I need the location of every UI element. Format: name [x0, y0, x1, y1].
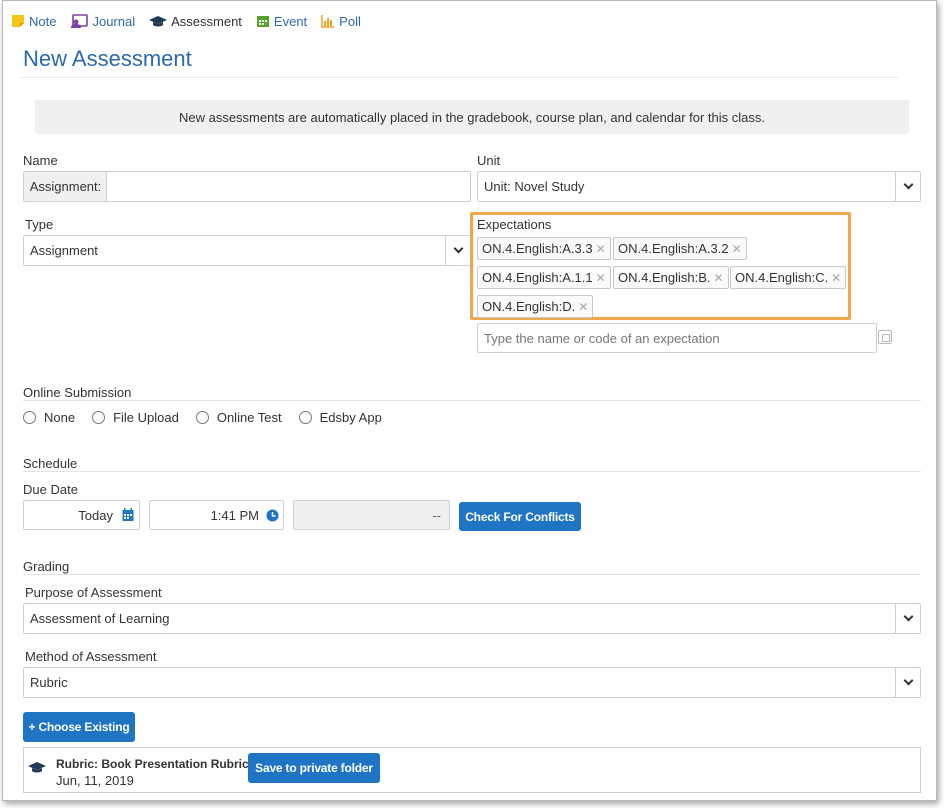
due-time-value: 1:41 PM	[210, 507, 259, 523]
unit-select-value: Unit: Novel Study	[484, 179, 585, 194]
schedule-label: Schedule	[23, 456, 78, 471]
graduation-cap-icon	[28, 760, 46, 777]
toolbar-note-label: Note	[29, 13, 57, 29]
section-divider	[23, 574, 921, 575]
expectation-tag[interactable]: ON.4.English:C. ✕	[730, 266, 847, 289]
expectation-search-placeholder: Type the name or code of an expectation	[484, 330, 720, 346]
method-select-value: Rubric	[30, 675, 68, 690]
remove-tag-icon[interactable]: ✕	[596, 271, 606, 285]
remove-tag-icon[interactable]: ✕	[596, 242, 606, 256]
radio-button[interactable]	[195, 411, 209, 424]
toolbar-assessment[interactable]: Assessment	[149, 14, 242, 29]
expectation-search-input[interactable]: Type the name or code of an expectation	[477, 323, 877, 353]
calendar-icon[interactable]	[122, 508, 134, 525]
radio-label: File Upload	[113, 410, 179, 425]
toolbar-journal[interactable]: Journal	[70, 14, 135, 29]
remove-tag-icon[interactable]: ✕	[578, 300, 588, 314]
purpose-label: Purpose of Assessment	[25, 585, 162, 600]
type-select-value: Assignment	[30, 243, 98, 258]
expectation-tag-label: ON.4.English:A.3.3	[482, 241, 593, 256]
purpose-select[interactable]: Assessment of Learning	[23, 603, 921, 634]
expectation-tag[interactable]: ON.4.English:A.1.1 ✕	[477, 266, 611, 289]
radio-edsby-app[interactable]: Edsby App	[298, 410, 382, 425]
post-type-toolbar: Note Journal Assessment Event Poll	[11, 11, 375, 31]
toolbar-journal-label: Journal	[92, 13, 136, 29]
due-date-input[interactable]: Today	[23, 500, 140, 530]
submission-radio-group: None File Upload Online Test Edsby App	[23, 410, 399, 425]
external-link-icon[interactable]	[878, 330, 892, 344]
expectation-tag-label: ON.4.English:A.1.1	[482, 270, 593, 285]
info-banner: New assessments are automatically placed…	[35, 100, 909, 134]
rubric-title[interactable]: Rubric: Book Presentation Rubric	[56, 757, 249, 771]
radio-online-test[interactable]: Online Test	[195, 410, 282, 425]
due-date-label: Due Date	[23, 482, 78, 497]
toolbar-event[interactable]: Event	[256, 14, 307, 29]
type-label: Type	[25, 217, 54, 232]
expectation-tag-label: ON.4.English:A.3.2	[618, 241, 729, 256]
radio-label: None	[44, 410, 76, 425]
expectation-tag-label: ON.4.English:B.	[618, 270, 711, 285]
section-divider	[23, 471, 921, 472]
type-select[interactable]: Assignment	[23, 235, 471, 266]
chevron-down-icon[interactable]	[445, 236, 470, 265]
expectation-tag[interactable]: ON.4.English:D. ✕	[477, 295, 594, 318]
expectation-tag-label: ON.4.English:C.	[735, 270, 829, 285]
toolbar-poll[interactable]: Poll	[321, 14, 361, 29]
radio-button[interactable]	[92, 411, 106, 424]
remove-tag-icon[interactable]: ✕	[831, 271, 841, 285]
check-conflicts-button[interactable]: Check For Conflicts	[459, 502, 581, 531]
chevron-down-icon[interactable]	[895, 668, 920, 697]
save-to-private-folder-button[interactable]: Save to private folder	[248, 753, 380, 783]
purpose-select-value: Assessment of Learning	[30, 611, 170, 626]
unit-label: Unit	[477, 153, 501, 168]
unit-select[interactable]: Unit: Novel Study	[477, 171, 921, 202]
chevron-down-icon[interactable]	[895, 172, 920, 201]
online-submission-label: Online Submission	[23, 385, 132, 400]
note-icon	[11, 14, 25, 28]
title-divider	[21, 77, 898, 78]
radio-label: Edsby App	[319, 410, 382, 425]
graduation-cap-icon	[149, 14, 168, 28]
toolbar-event-label: Event	[273, 13, 308, 29]
name-label: Name	[23, 153, 58, 168]
due-time-input[interactable]: 1:41 PM	[149, 500, 284, 530]
clock-icon[interactable]	[266, 509, 279, 525]
radio-none[interactable]: None	[23, 410, 75, 425]
expectation-tag[interactable]: ON.4.English:A.3.3 ✕	[477, 237, 611, 260]
expectation-tag-label: ON.4.English:D.	[482, 299, 576, 314]
toolbar-poll-label: Poll	[339, 13, 361, 29]
choose-existing-button[interactable]: + Choose Existing	[23, 712, 135, 742]
expectation-tag[interactable]: ON.4.English:A.3.2 ✕	[613, 237, 747, 260]
bar-chart-icon	[321, 14, 335, 28]
name-input[interactable]	[106, 171, 471, 202]
section-divider	[23, 400, 921, 401]
grading-label: Grading	[23, 559, 70, 574]
page-title: New Assessment	[23, 46, 192, 71]
radio-button[interactable]	[298, 411, 312, 424]
chevron-down-icon[interactable]	[895, 604, 920, 633]
radio-button[interactable]	[23, 411, 36, 424]
method-select[interactable]: Rubric	[23, 667, 921, 698]
duration-value: --	[432, 507, 441, 523]
remove-tag-icon[interactable]: ✕	[714, 271, 724, 285]
toolbar-assessment-label: Assessment	[171, 13, 242, 29]
radio-file-upload[interactable]: File Upload	[92, 410, 179, 425]
name-prefix: Assignment:	[23, 171, 107, 202]
method-label: Method of Assessment	[25, 649, 157, 664]
expectation-tag[interactable]: ON.4.English:B. ✕	[613, 266, 729, 289]
rubric-date: Jun, 11, 2019	[56, 773, 134, 788]
calendar-icon	[256, 14, 270, 28]
radio-label: Online Test	[216, 410, 282, 425]
journal-icon	[70, 14, 89, 28]
remove-tag-icon[interactable]: ✕	[732, 242, 742, 256]
toolbar-note[interactable]: Note	[11, 14, 56, 29]
duration-input: --	[293, 500, 450, 530]
rubric-card: Rubric: Book Presentation Rubric Jun, 11…	[23, 747, 921, 793]
due-date-value: Today	[78, 507, 113, 523]
assessment-dialog: Note Journal Assessment Event Poll New A…	[2, 0, 937, 801]
